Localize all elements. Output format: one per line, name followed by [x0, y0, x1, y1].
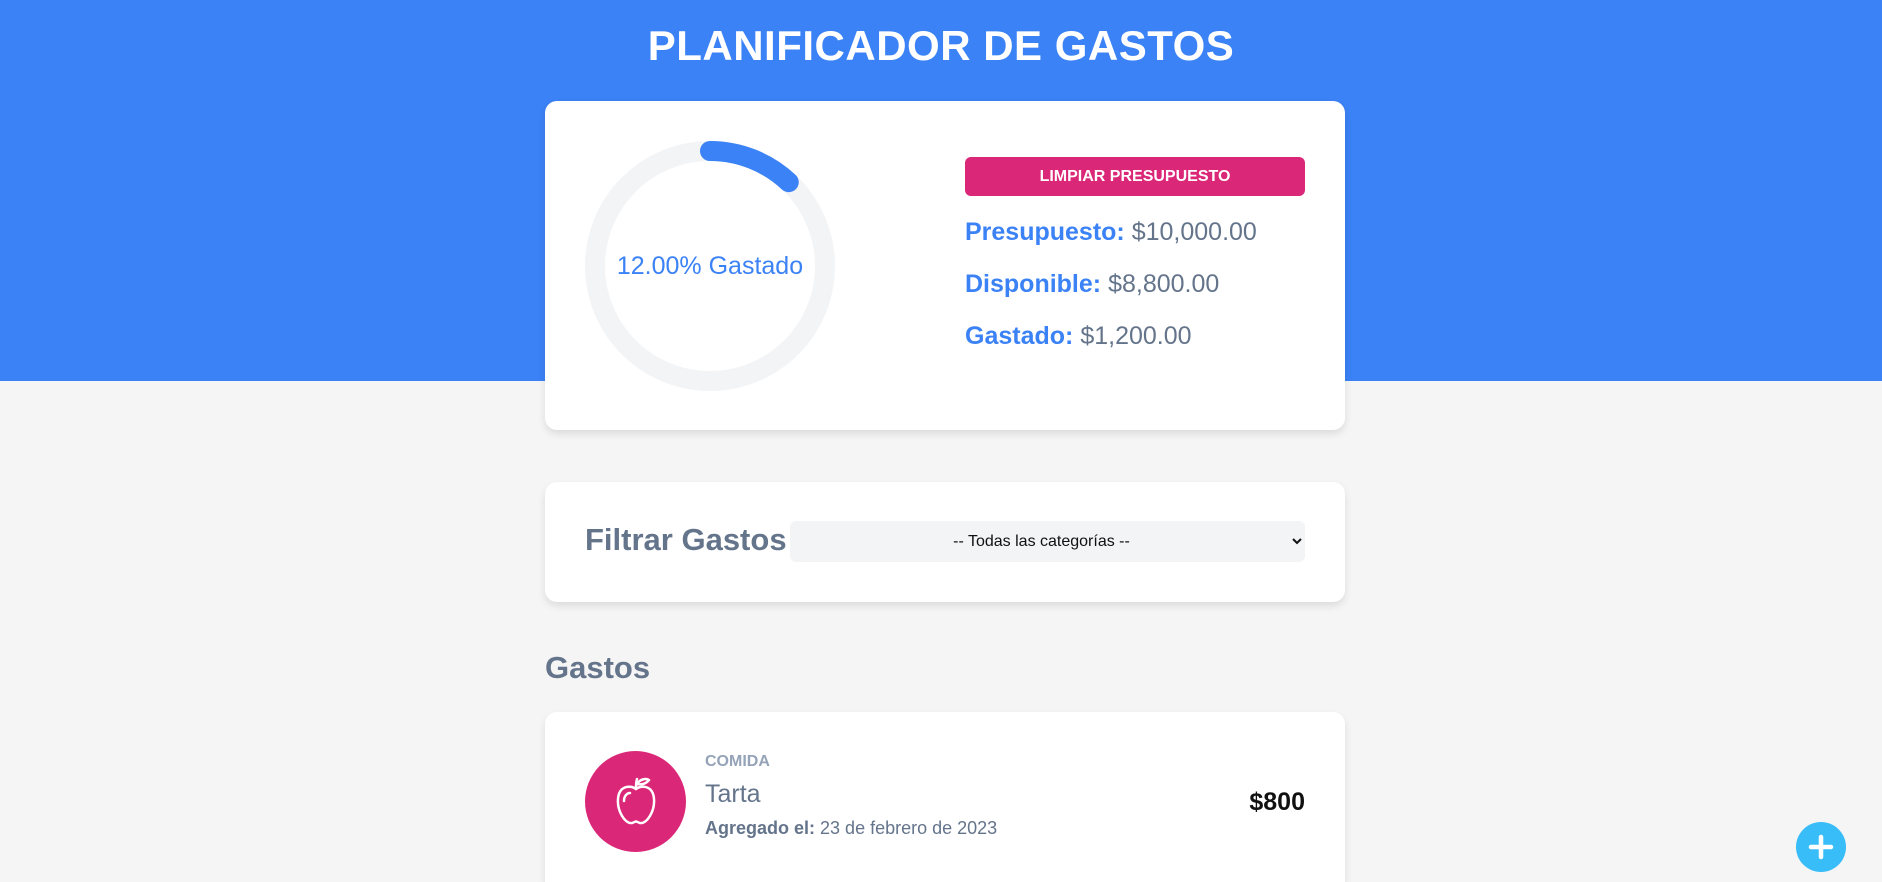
- filter-label: Filtrar Gastos: [585, 522, 787, 557]
- expense-name: Tarta: [705, 780, 761, 808]
- expense-date-label: Agregado el:: [705, 818, 816, 838]
- budget-available-row: Disponible: $8,800.00: [965, 270, 1219, 299]
- plus-icon: [1808, 834, 1834, 860]
- expense-date-value: 23 de febrero de 2023: [820, 818, 998, 838]
- budget-spent-value: $1,200.00: [1080, 322, 1192, 350]
- budget-spent-row: Gastado: $1,200.00: [965, 322, 1192, 351]
- expense-amount: $800: [1249, 788, 1305, 816]
- filter-card: Filtrar Gastos -- Todas las categorías -…: [545, 482, 1345, 602]
- budget-available-value: $8,800.00: [1108, 270, 1220, 298]
- budget-available-label: Disponible:: [965, 270, 1102, 298]
- expense-category: COMIDA: [705, 753, 770, 770]
- budget-spent-label: Gastado:: [965, 322, 1074, 350]
- expense-date: Agregado el: 23 de febrero de 2023: [705, 818, 997, 839]
- budget-card: 12.00% Gastado LIMPIAR PRESUPUESTO Presu…: [545, 101, 1345, 430]
- budget-total-label: Presupuesto:: [965, 218, 1125, 246]
- app-title: PLANIFICADOR DE GASTOS: [647, 22, 1235, 69]
- progress-label: 12.00% Gastado: [616, 251, 804, 280]
- budget-progress-ring: 12.00% Gastado: [585, 141, 835, 391]
- reset-budget-button[interactable]: LIMPIAR PRESUPUESTO: [965, 157, 1305, 196]
- budget-total-value: $10,000.00: [1131, 218, 1257, 246]
- expense-item[interactable]: COMIDA Tarta Agregado el: 23 de febrero …: [545, 712, 1345, 882]
- add-expense-button[interactable]: [1796, 822, 1846, 872]
- expenses-title: Gastos: [545, 650, 651, 685]
- budget-total-row: Presupuesto: $10,000.00: [965, 218, 1257, 247]
- apple-icon: [585, 751, 686, 852]
- category-filter-select[interactable]: -- Todas las categorías --: [790, 521, 1305, 562]
